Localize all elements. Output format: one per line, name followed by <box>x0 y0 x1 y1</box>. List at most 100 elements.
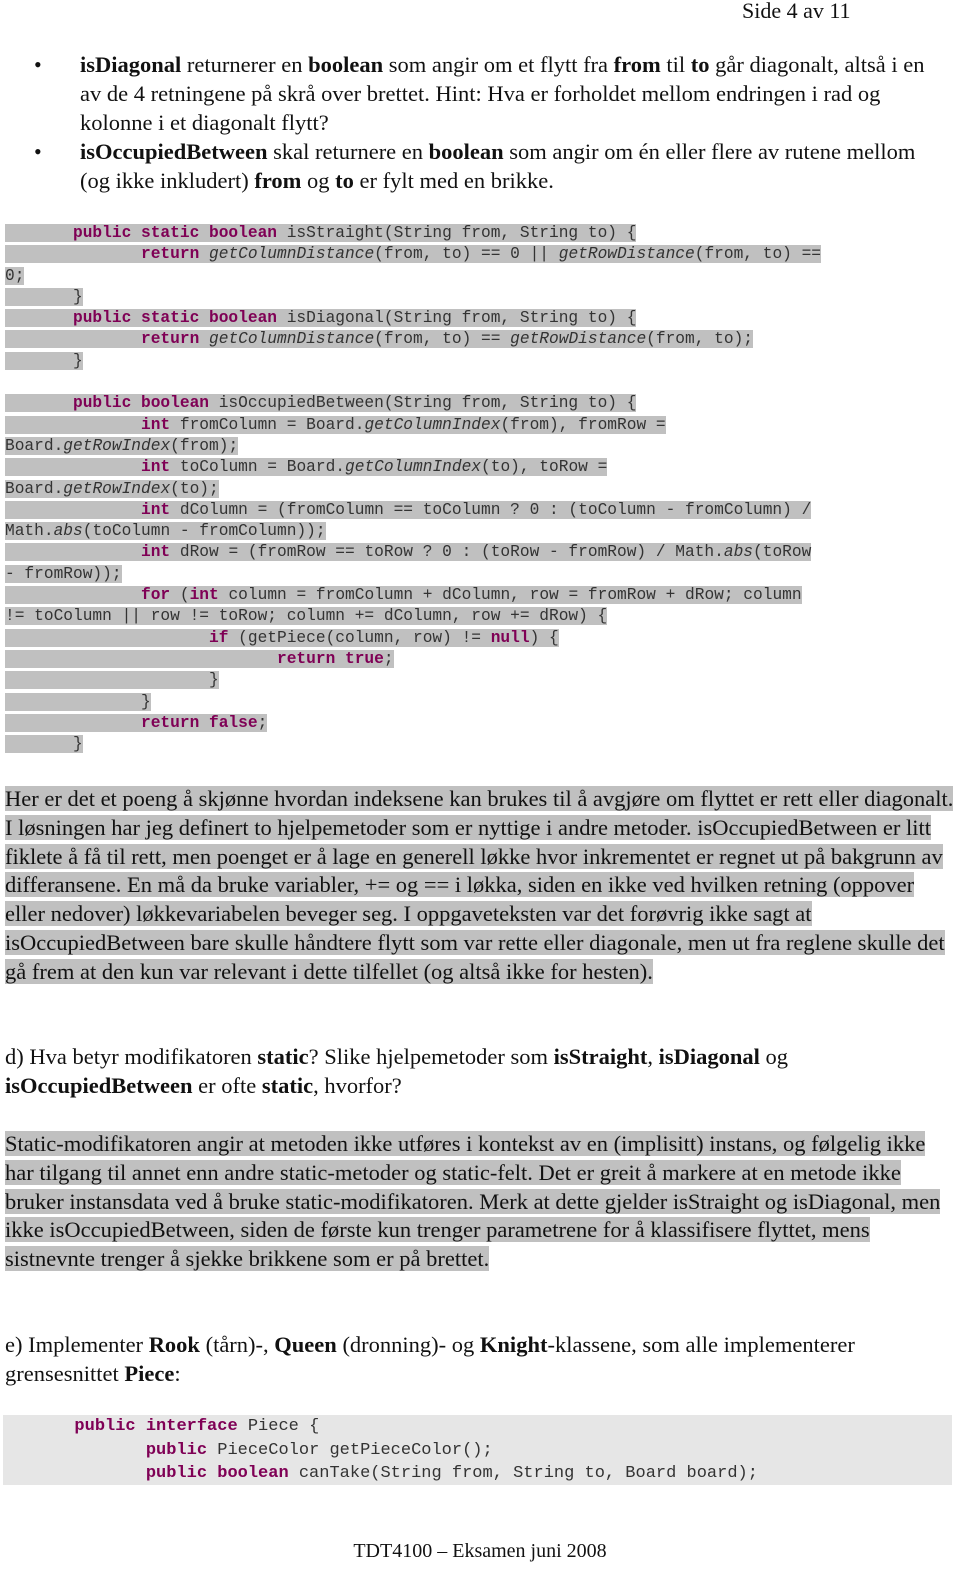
code-line: int dRow = (fromRow == toRow ? 0 : (toRo… <box>5 542 821 563</box>
code-text: (from, to) == 0 || <box>374 245 559 264</box>
code-text: (to); <box>170 479 219 498</box>
code-method: getColumnIndex <box>345 458 482 477</box>
code-keyword: if <box>209 628 229 647</box>
code-text: (getPiece(column, row) != <box>228 628 491 647</box>
code-text: fromColumn = Board. <box>170 415 365 434</box>
code-text: (from, to) == <box>694 245 822 264</box>
bold-term: boolean <box>428 139 504 164</box>
code-method: getRowIndex <box>63 436 171 455</box>
code-text: Board. <box>5 436 64 455</box>
code-keyword: int <box>141 500 171 519</box>
question-e: e) Implementer Rook (tårn)-, Queen (dron… <box>5 1331 955 1389</box>
code-text: ; <box>257 713 268 732</box>
code-keyword: null <box>490 628 530 647</box>
answer-d-text: Static-modifikatoren angir at metoden ik… <box>5 1131 941 1272</box>
text-run: , hvorfor? <box>313 1072 402 1098</box>
text-run: e) Implementer <box>5 1332 149 1357</box>
code-method: getColumnIndex <box>364 415 501 434</box>
bold-term: Piece <box>124 1360 175 1386</box>
code-text: (toRow <box>753 543 812 562</box>
bold-term: boolean <box>308 52 384 77</box>
code-line: } <box>5 287 821 308</box>
code-method: getRowDistance <box>558 245 695 264</box>
code-method: getRowDistance <box>510 330 647 349</box>
code-line: != toColumn || row != toRow; column += d… <box>5 606 821 627</box>
code-method: abs <box>53 522 83 541</box>
code-text: (from, to) == <box>374 330 511 349</box>
code-keyword: public static boolean <box>73 309 277 328</box>
code-line: for (int column = fromColumn + dColumn, … <box>5 585 821 606</box>
code-text: (toColumn - fromColumn)); <box>82 522 326 541</box>
code-line: return getColumnDistance(from, to) == 0 … <box>5 244 822 265</box>
question-e-text: e) Implementer Rook (tårn)-, Queen (dron… <box>5 1332 855 1386</box>
text-run: returnerer en <box>181 52 309 77</box>
code-text: (to), toRow = <box>481 458 608 477</box>
code-line: if (getPiece(column, row) != null) { <box>5 628 821 649</box>
code-line: public boolean canTake(String from, Stri… <box>3 1462 952 1486</box>
code-text: ; <box>383 649 394 668</box>
code-keyword: public boolean <box>73 394 209 413</box>
code-text: (from), fromRow = <box>500 415 666 434</box>
bold-term: isOccupiedBetween <box>5 1072 193 1098</box>
code-text: isDiagonal(String from, String to) { <box>277 309 637 328</box>
code-text: Board. <box>5 479 64 498</box>
bold-term: Knight <box>479 1332 548 1357</box>
code-text: != toColumn || row != toRow; column += d… <box>5 607 608 626</box>
code-text: } <box>5 351 83 370</box>
text-run: og <box>759 1044 789 1069</box>
code-line: } <box>5 692 821 713</box>
code-line: public boolean isOccupiedBetween(String … <box>5 393 821 414</box>
code-text: toColumn = Board. <box>170 458 346 477</box>
code-line: 0; <box>5 266 821 287</box>
code-block-piece-interface: public interface Piece { public PieceCol… <box>3 1415 952 1485</box>
text-run: : <box>174 1360 181 1386</box>
bullet-item-isoccupiedbetween: • isOccupiedBetween skal returnere en bo… <box>0 137 940 195</box>
code-text: - fromRow)); <box>5 564 122 583</box>
text-run: (tårn)-, <box>199 1332 275 1357</box>
bold-term: isDiagonal <box>658 1044 760 1069</box>
code-keyword: int <box>141 543 171 562</box>
text-run: er ofte <box>192 1072 262 1098</box>
code-line: return getColumnDistance(from, to) == ge… <box>5 329 821 350</box>
bold-term: Queen <box>274 1332 337 1357</box>
text-run: til <box>660 52 691 77</box>
code-method: getColumnDistance <box>209 245 375 264</box>
code-line: public PieceColor getPieceColor(); <box>3 1439 952 1463</box>
text-run: som angir om et flytt fra <box>383 52 614 77</box>
code-line: } <box>5 670 821 691</box>
code-text: canTake(String from, String to, Board bo… <box>288 1464 758 1483</box>
code-keyword: int <box>189 586 219 605</box>
text-run: (dronning)- og <box>336 1332 480 1357</box>
page-number: Side 4 av 11 <box>742 0 851 23</box>
code-keyword: int <box>141 458 171 477</box>
bullet-text: isDiagonal returnerer en boolean som ang… <box>80 52 924 135</box>
bullet-list: • isDiagonal returnerer en boolean som a… <box>0 50 960 195</box>
code-text: Piece { <box>237 1417 320 1436</box>
code-text: PieceColor getPieceColor(); <box>207 1440 493 1460</box>
code-text: Math. <box>5 522 54 541</box>
page-footer: TDT4100 – Eksamen juni 2008 <box>353 1540 607 1562</box>
code-keyword: int <box>141 415 171 434</box>
code-method: getColumnDistance <box>209 330 375 349</box>
code-line: public interface Piece { <box>3 1415 952 1439</box>
code-keyword: public interface <box>74 1417 238 1436</box>
answer-d-paragraph: Static-modifikatoren angir at metoden ik… <box>5 1130 955 1274</box>
bold-term: from <box>254 168 302 193</box>
code-method: getRowIndex <box>63 479 171 498</box>
code-line: int toColumn = Board.getColumnIndex(to),… <box>5 457 821 478</box>
code-text: isStraight(String from, String to) { <box>277 224 637 242</box>
text-run: , <box>647 1044 659 1069</box>
code-text: } <box>5 692 151 711</box>
bold-term: static <box>261 1072 314 1098</box>
